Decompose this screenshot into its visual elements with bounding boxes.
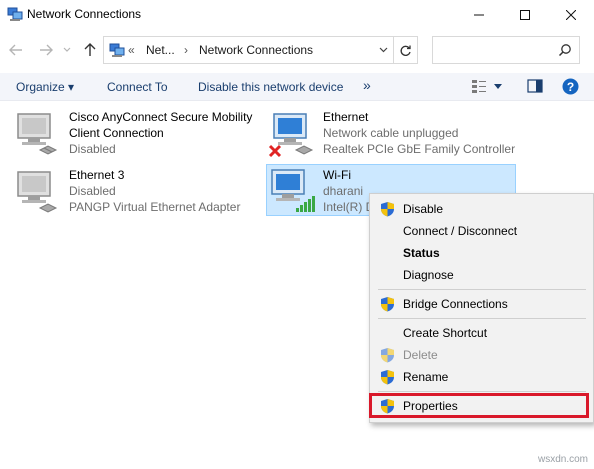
- search-icon: [558, 44, 571, 57]
- breadcrumb-net[interactable]: Net...: [146, 43, 175, 57]
- address-dropdown-icon[interactable]: [379, 47, 388, 53]
- connection-status: Network cable unplugged: [323, 126, 459, 140]
- arrow-left-icon: [9, 44, 22, 56]
- view-options-icon[interactable]: [471, 78, 487, 94]
- connection-name: Ethernet: [323, 110, 369, 124]
- maximize-icon: [520, 10, 530, 20]
- network-adapter-unplugged-icon: [268, 113, 314, 158]
- connection-ethernet[interactable]: Ethernet Network cable unplugged Realtek…: [268, 108, 528, 158]
- connection-cisco-anyconnect[interactable]: Cisco AnyConnect Secure Mobility Client …: [14, 108, 254, 158]
- menu-item-create-shortcut[interactable]: Create Shortcut: [370, 322, 593, 344]
- connection-name: Wi-Fi: [323, 168, 351, 182]
- connection-status: Disabled: [69, 184, 116, 198]
- connection-name-line2: Client Connection: [69, 126, 164, 140]
- network-connections-app-icon: [7, 7, 23, 21]
- refresh-button[interactable]: [393, 36, 418, 64]
- menu-label: Rename: [403, 370, 449, 384]
- menu-label: Status: [403, 246, 440, 260]
- menu-label: Disable: [403, 202, 444, 216]
- connection-device: Realtek PCIe GbE Family Controller: [323, 142, 516, 156]
- uac-shield-icon: [381, 348, 394, 363]
- preview-pane-icon[interactable]: [527, 78, 543, 94]
- help-icon[interactable]: ?: [562, 78, 579, 95]
- properties-highlight-annotation: [369, 393, 589, 418]
- close-icon: [566, 10, 576, 20]
- context-menu: Disable Connect / Disconnect Status Diag…: [369, 193, 594, 423]
- breadcrumb-network-connections[interactable]: Network Connections: [199, 43, 313, 57]
- address-overflow[interactable]: «: [128, 43, 135, 57]
- network-adapter-disabled-icon: [17, 113, 58, 155]
- organize-menu[interactable]: Organize ▾: [16, 80, 74, 94]
- uac-shield-icon: [381, 297, 394, 312]
- menu-item-connect-disconnect[interactable]: Connect / Disconnect: [370, 220, 593, 242]
- minimize-icon: [474, 14, 484, 16]
- forward-button[interactable]: [36, 39, 56, 61]
- command-bar: Organize ▾ Connect To Disable this netwo…: [0, 73, 594, 101]
- breadcrumb-separator[interactable]: ›: [184, 43, 188, 57]
- menu-label: Diagnose: [403, 268, 454, 282]
- menu-item-status[interactable]: Status: [370, 242, 593, 264]
- connection-name: Ethernet 3: [69, 168, 125, 182]
- close-button[interactable]: [548, 0, 594, 30]
- connection-status: dharani: [323, 184, 364, 198]
- menu-item-diagnose[interactable]: Diagnose: [370, 264, 593, 286]
- menu-separator: [378, 318, 586, 319]
- view-dropdown-icon[interactable]: [494, 84, 502, 89]
- connection-status: Disabled: [69, 142, 116, 156]
- window-title: Network Connections: [27, 7, 142, 21]
- more-commands-button[interactable]: »: [363, 77, 371, 93]
- connection-device: Intel(R) D: [323, 200, 375, 214]
- menu-item-bridge-connections[interactable]: Bridge Connections: [370, 293, 593, 315]
- disable-device-button[interactable]: Disable this network device: [198, 80, 343, 94]
- search-box[interactable]: [432, 36, 580, 64]
- connect-to-button[interactable]: Connect To: [107, 80, 168, 94]
- connection-name: Cisco AnyConnect Secure Mobility: [69, 110, 253, 124]
- svg-text:?: ?: [567, 80, 574, 94]
- up-button[interactable]: [80, 39, 100, 61]
- uac-shield-icon: [381, 370, 394, 385]
- menu-item-disable[interactable]: Disable: [370, 198, 593, 220]
- connection-ethernet-3[interactable]: Ethernet 3 Disabled PANGP Virtual Ethern…: [14, 166, 254, 216]
- menu-separator: [378, 289, 586, 290]
- refresh-icon: [400, 45, 411, 56]
- connection-device: PANGP Virtual Ethernet Adapter: [69, 200, 241, 214]
- arrow-right-icon: [40, 44, 53, 56]
- watermark: wsxdn.com: [537, 454, 588, 465]
- network-folder-icon: [109, 43, 125, 57]
- menu-item-delete[interactable]: Delete: [370, 344, 593, 366]
- wifi-adapter-icon: [271, 169, 315, 212]
- chevron-down-icon: [63, 47, 71, 52]
- menu-separator: [378, 391, 586, 392]
- menu-label: Create Shortcut: [403, 326, 488, 340]
- address-bar[interactable]: « Net... › Network Connections: [103, 36, 394, 64]
- menu-label: Connect / Disconnect: [403, 224, 518, 238]
- arrow-up-icon: [84, 43, 96, 56]
- menu-item-rename[interactable]: Rename: [370, 366, 593, 388]
- back-button[interactable]: [6, 39, 26, 61]
- menu-label: Bridge Connections: [403, 297, 508, 311]
- uac-shield-icon: [381, 202, 394, 217]
- network-adapter-disabled-icon: [17, 171, 58, 213]
- title-bar: Network Connections: [0, 0, 594, 30]
- menu-label: Delete: [403, 348, 438, 362]
- maximize-button[interactable]: [502, 0, 548, 30]
- recent-locations-button[interactable]: [60, 39, 74, 61]
- minimize-button[interactable]: [456, 0, 502, 30]
